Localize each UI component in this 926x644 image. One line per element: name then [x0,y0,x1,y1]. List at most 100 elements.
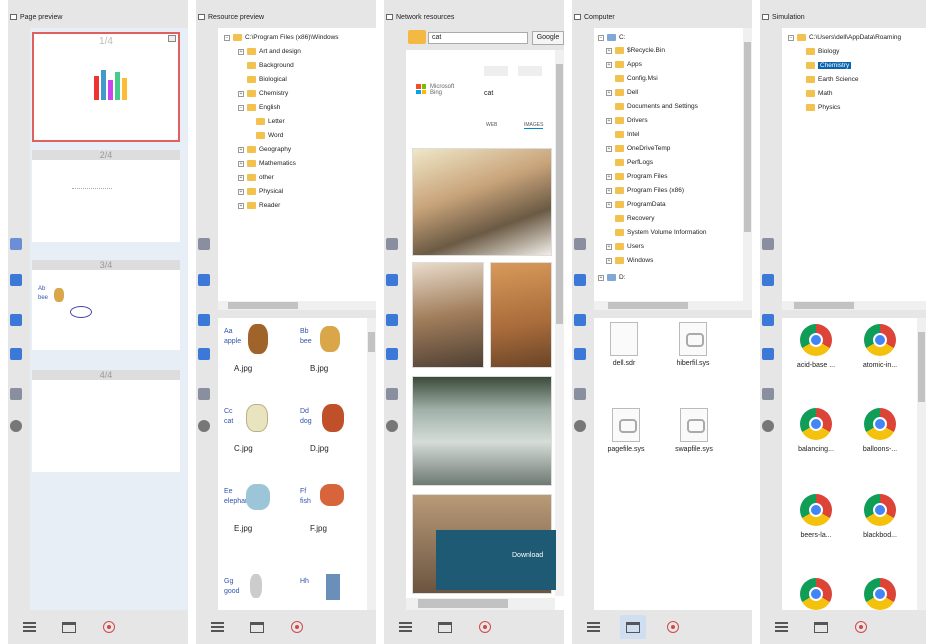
folder-icon[interactable] [198,274,210,286]
list-view-button[interactable] [204,615,230,639]
tree-item[interactable]: + ProgramData [606,201,666,208]
tree-hscroll[interactable] [218,301,376,310]
tree-item[interactable]: + OneDriveTemp [606,145,670,152]
tree-item[interactable]: + Art and design [238,48,301,55]
web-hscroll[interactable] [406,598,555,610]
resource-item[interactable]: Cc cat C.jpg [224,404,292,464]
tree-item[interactable]: + Program Files (x86) [606,187,684,194]
eye-icon[interactable] [762,420,774,432]
tree-item[interactable]: + Dell [606,89,638,96]
computer-icon[interactable] [574,348,586,360]
network-icon[interactable] [386,314,398,326]
tree-drive-d[interactable]: + D: [598,274,626,281]
cat-image[interactable] [412,148,552,256]
file-item[interactable]: swapfile.sys [670,408,718,453]
window-icon[interactable] [762,238,774,250]
folder-icon[interactable] [10,274,22,286]
web-vscroll[interactable] [555,50,564,596]
tree-root[interactable]: − C:\Users\dell\AppData\Roaming [788,34,901,41]
tree-item[interactable]: Math [806,90,832,97]
window-icon[interactable] [574,238,586,250]
network-icon[interactable] [10,314,22,326]
grid-vscroll[interactable] [917,318,926,610]
window-view-button[interactable] [808,615,834,639]
tree-root[interactable]: − C:\Program Files (x86)\Windows [224,34,339,41]
tree-item[interactable]: System Volume Information [615,229,706,236]
folder-icon[interactable] [386,274,398,286]
tree-item[interactable]: Biology [806,48,839,55]
eye-icon[interactable] [198,420,210,432]
window-view-button[interactable] [620,615,646,639]
tree-item[interactable]: + Geography [238,146,291,153]
tree-item[interactable]: + Users [606,243,644,250]
resource-item[interactable]: Aa apple A.jpg [224,324,292,384]
eye-icon[interactable] [574,420,586,432]
tree-item[interactable]: PerfLogs [615,159,653,166]
window-view-button[interactable] [432,615,458,639]
tree-hscroll[interactable] [594,301,752,310]
file-item[interactable]: hiberfil.sys [670,322,716,367]
tree-item[interactable]: + Program Files [606,173,667,180]
tree-hscroll[interactable] [782,301,926,310]
tree-item[interactable]: − English [238,104,280,111]
bing-query[interactable]: cat [484,90,493,97]
page-menu-icon[interactable] [168,35,176,42]
computer-icon[interactable] [10,348,22,360]
search-engine-icon[interactable] [408,30,426,44]
computer-icon[interactable] [386,348,398,360]
tree-item[interactable]: + Apps [606,61,642,68]
page-thumb-4[interactable] [32,380,180,472]
page-thumb-3[interactable]: Ab bee [32,270,180,350]
bing-menu[interactable] [518,66,542,76]
file-item[interactable]: dell.sdr [604,322,644,367]
cat-image[interactable] [412,262,484,368]
simulation-item[interactable] [800,578,832,610]
window-icon[interactable] [198,238,210,250]
folder-icon[interactable] [574,274,586,286]
google-button[interactable]: Google [532,31,564,45]
search-input[interactable]: cat [428,32,528,44]
window-view-button[interactable] [56,615,82,639]
record-button[interactable] [96,615,122,639]
record-button[interactable] [284,615,310,639]
tree-item[interactable]: Background [247,62,294,69]
tree-item[interactable]: Intel [615,131,639,138]
list-view-button[interactable] [16,615,42,639]
list-view-button[interactable] [768,615,794,639]
tree-item[interactable]: + other [238,174,274,181]
record-button[interactable] [660,615,686,639]
tree-item[interactable]: Letter [256,118,285,125]
network-icon[interactable] [198,314,210,326]
simulation-icon[interactable] [198,388,210,400]
simulation-icon[interactable] [386,388,398,400]
window-icon[interactable] [386,238,398,250]
list-view-button[interactable] [392,615,418,639]
list-view-button[interactable] [580,615,606,639]
eye-icon[interactable] [10,420,22,432]
page-thumb-2[interactable] [32,160,180,242]
window-icon[interactable] [10,238,22,250]
simulation-icon[interactable] [762,388,774,400]
resource-item[interactable]: Hh [300,574,368,608]
resource-item[interactable]: Gg good [224,574,292,608]
network-icon[interactable] [762,314,774,326]
tab-images[interactable]: IMAGES [524,122,544,129]
page-thumb-1[interactable]: 1/4 [32,32,180,142]
eye-icon[interactable] [386,420,398,432]
resource-item[interactable]: Ee elephant E.jpg [224,484,292,544]
tree-item[interactable]: + Drivers [606,117,648,124]
window-view-button[interactable] [244,615,270,639]
simulation-item[interactable] [864,578,896,610]
record-button[interactable] [848,615,874,639]
file-item[interactable]: pagefile.sys [604,408,648,453]
download-overlay[interactable]: Download [436,530,556,590]
tree-vscroll[interactable] [743,28,752,301]
simulation-item[interactable]: blackbod... [850,494,910,539]
tree-item-selected[interactable]: Chemistry [806,62,852,69]
cat-image[interactable] [490,262,552,368]
tree-item[interactable]: Physics [806,104,840,111]
tree-item[interactable]: + Windows [606,257,653,264]
simulation-icon[interactable] [10,388,22,400]
cat-image[interactable] [412,376,552,486]
computer-icon[interactable] [198,348,210,360]
